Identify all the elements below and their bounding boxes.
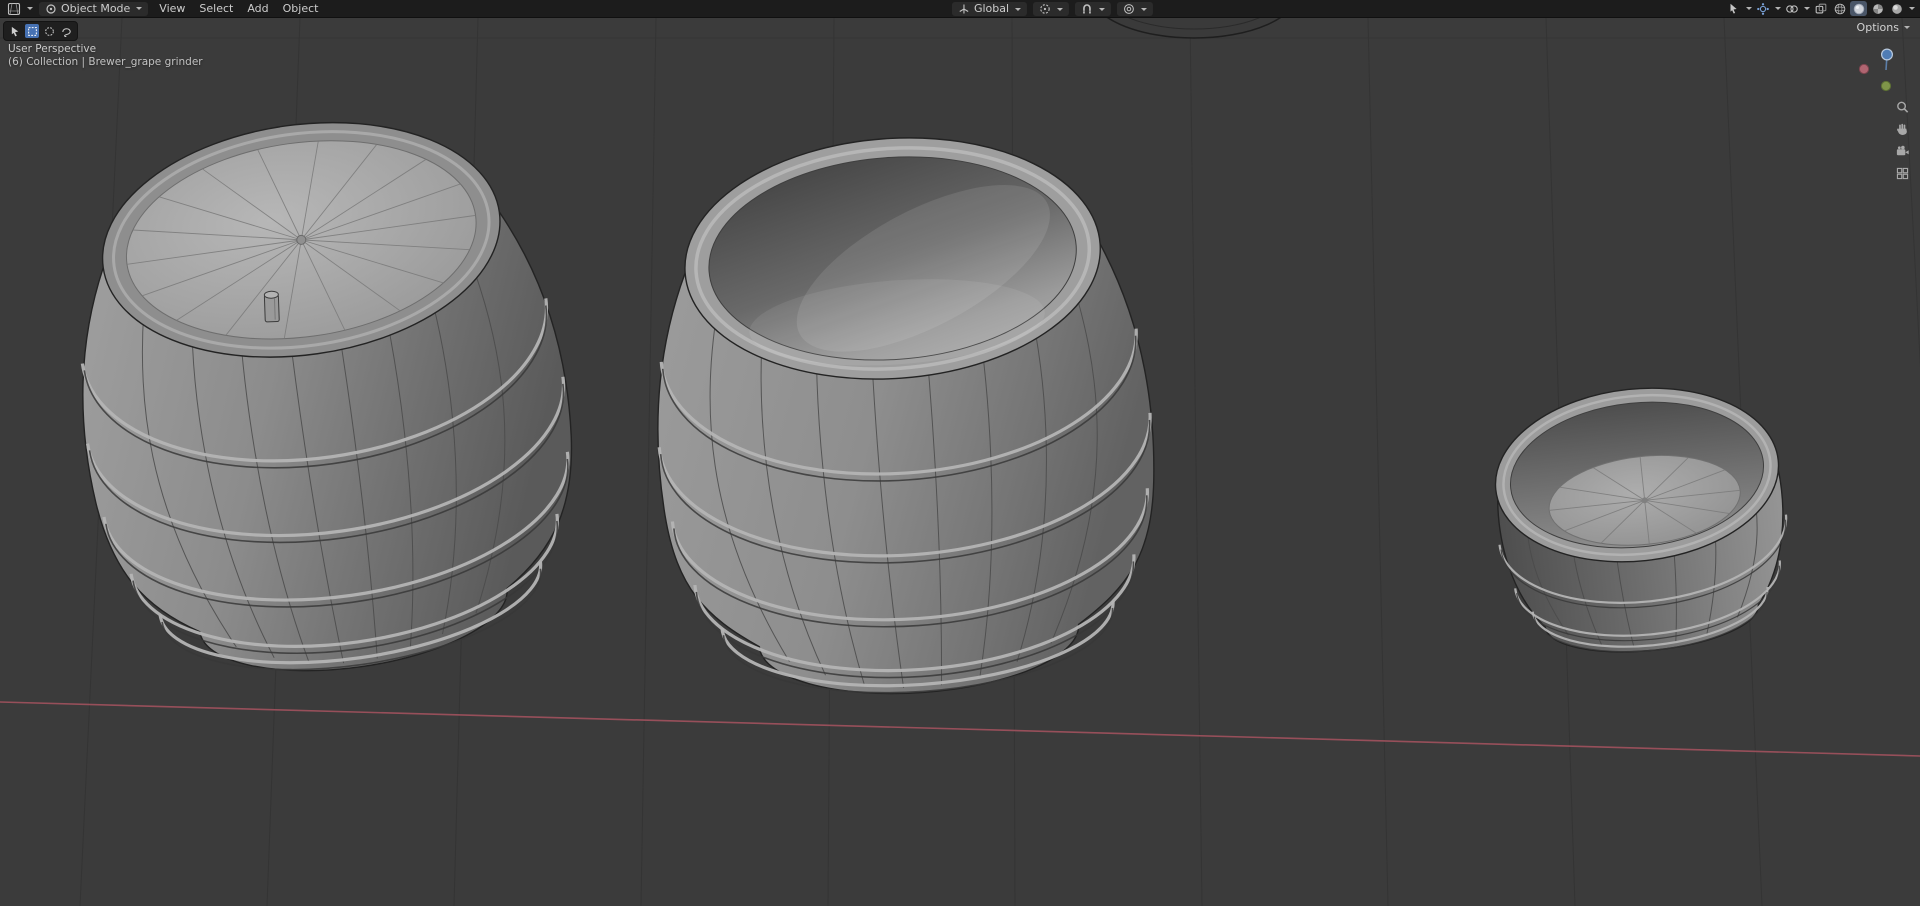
toggle-xray-button[interactable] (1812, 1, 1829, 16)
tweak-select-tool[interactable] (8, 24, 22, 38)
shading-wireframe-button[interactable] (1831, 1, 1848, 16)
shading-material-icon (1872, 3, 1883, 14)
lasso-select-tool[interactable] (59, 24, 73, 38)
menu-add[interactable]: Add (240, 0, 275, 18)
chevron-down-icon (1746, 7, 1752, 10)
circle-select-tool[interactable] (42, 24, 56, 38)
overlays-toggle-icon (1785, 4, 1798, 13)
viewport-menus: View Select Add Object (152, 0, 325, 18)
box-select-tool[interactable] (25, 24, 39, 38)
chevron-down-icon (1904, 26, 1910, 29)
gizmo-y-axis-handle[interactable] (1880, 80, 1892, 92)
xray-toggle-icon (1815, 3, 1826, 13)
chevron-down-icon (1141, 7, 1148, 11)
tweak-select-icon (11, 26, 18, 36)
ortho-grid-icon (1896, 167, 1908, 179)
background-object-partial[interactable] (1090, 18, 1298, 39)
editor-type-button[interactable] (5, 2, 35, 16)
chevron-down-icon (1057, 7, 1064, 11)
chevron-down-icon (1804, 7, 1810, 10)
object-mode-icon (46, 3, 56, 14)
x-axis-line (0, 701, 1920, 757)
snap-dropdown[interactable] (1075, 2, 1112, 16)
object-type-filter-button[interactable] (1725, 1, 1742, 16)
chevron-down-icon (136, 7, 143, 10)
box-select-icon (27, 26, 37, 36)
shading-solid-button[interactable] (1850, 1, 1867, 16)
menu-object[interactable]: Object (276, 0, 326, 18)
active-collection-label: (6) Collection | Brewer_grape grinder (8, 56, 203, 68)
chevron-down-icon (1099, 7, 1106, 11)
options-label: Options (1856, 21, 1899, 34)
chevron-down-icon (1909, 7, 1915, 10)
chevron-down-icon (1775, 7, 1781, 10)
viewport-header-bar: Object Mode View Select Add Object Globa… (0, 0, 1920, 18)
viewport-side-buttons (1893, 98, 1911, 182)
grinder-basin[interactable] (1485, 374, 1799, 665)
lid-bung-peg (263, 290, 280, 323)
tool-settings-strip (3, 21, 78, 41)
toggle-ortho-button[interactable] (1893, 164, 1911, 182)
zoom-icon (1896, 101, 1908, 113)
pan-hand-icon (1896, 123, 1907, 135)
barrel-closed[interactable] (45, 92, 601, 700)
view-info: User Perspective (6) Collection | Brewer… (8, 43, 203, 69)
barrel-open[interactable] (638, 122, 1170, 710)
menu-view[interactable]: View (152, 0, 192, 18)
proportional-editing-icon (1124, 4, 1134, 14)
pivot-point-dropdown[interactable] (1033, 2, 1070, 16)
chevron-down-icon (1015, 7, 1022, 11)
editor-type-3d-viewport-icon (7, 2, 21, 15)
proportional-editing-dropdown[interactable] (1117, 2, 1154, 16)
transform-orientation-dropdown[interactable]: Global (951, 2, 1028, 16)
gizmo-z-axis-handle[interactable] (1881, 48, 1894, 61)
gizmo-toggle-icon (1756, 2, 1769, 15)
shading-rendered-icon (1891, 3, 1902, 14)
shading-solid-icon (1853, 3, 1864, 14)
viewport-canvas[interactable] (0, 18, 1920, 906)
shading-rendered-button[interactable] (1888, 1, 1905, 16)
shading-material-button[interactable] (1869, 1, 1886, 16)
pan-button[interactable] (1893, 120, 1911, 138)
view-perspective-label: User Perspective (8, 43, 97, 55)
orientation-label: Global (973, 2, 1010, 15)
camera-view-button[interactable] (1893, 142, 1911, 160)
shading-wireframe-icon (1834, 3, 1845, 14)
camera-view-icon (1896, 145, 1909, 155)
gizmo-x-axis-handle[interactable] (1858, 63, 1870, 75)
menu-select[interactable]: Select (192, 0, 240, 18)
snap-magnet-icon (1083, 4, 1091, 14)
navigation-gizmo[interactable] (1858, 46, 1910, 96)
circle-select-icon (44, 26, 54, 36)
chevron-down-icon (27, 7, 33, 10)
lasso-select-icon (61, 27, 71, 37)
global-orientation-icon (959, 4, 969, 14)
mode-label: Object Mode (61, 1, 131, 15)
options-dropdown[interactable]: Options (1857, 21, 1910, 34)
zoom-button[interactable] (1893, 98, 1911, 116)
show-gizmo-toggle[interactable] (1754, 1, 1771, 16)
pointer-filter-icon (1730, 3, 1737, 14)
show-overlays-toggle[interactable] (1783, 1, 1800, 16)
viewport[interactable]: Options User Perspective (6) Collection … (0, 18, 1920, 906)
pivot-point-icon (1040, 4, 1050, 14)
mode-dropdown[interactable]: Object Mode (39, 1, 149, 16)
